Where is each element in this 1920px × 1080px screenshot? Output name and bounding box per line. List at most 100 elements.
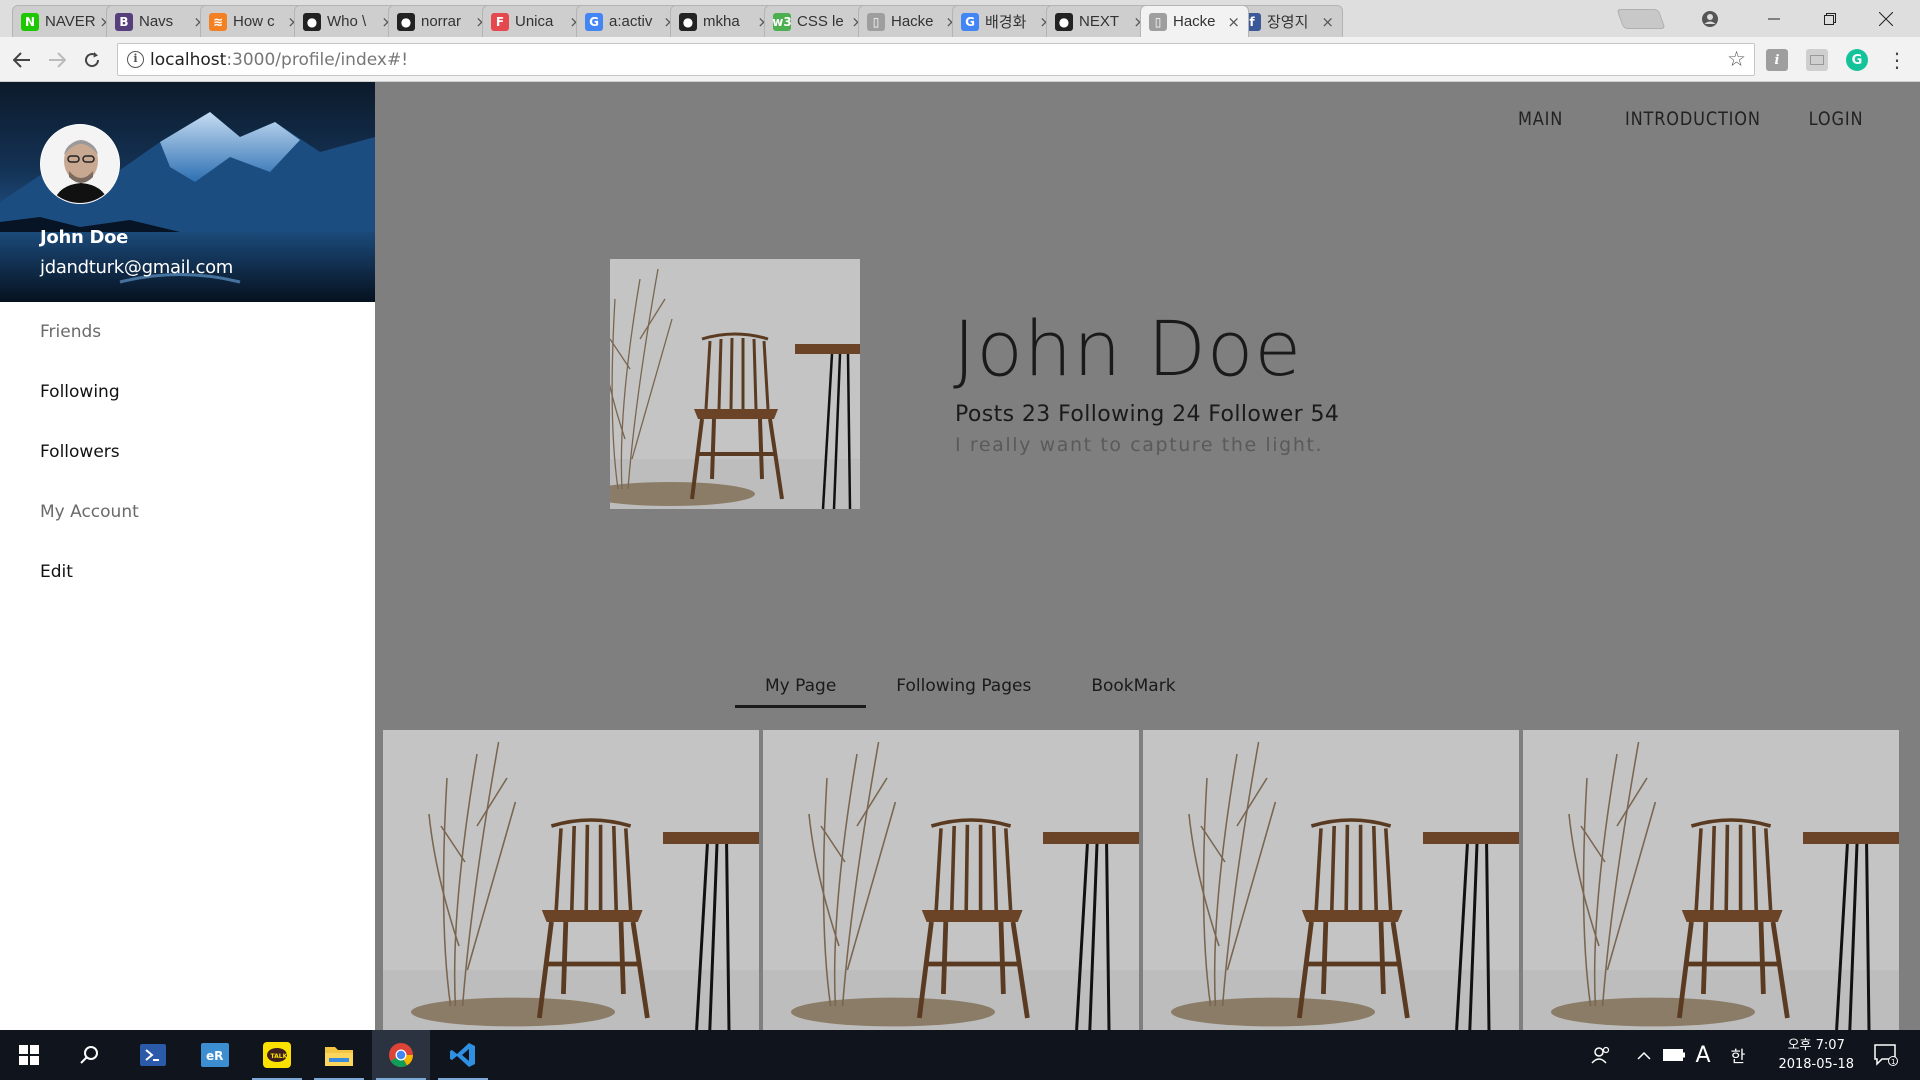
- tab-my-page[interactable]: My Page: [735, 672, 867, 714]
- chrome-icon[interactable]: [372, 1030, 430, 1080]
- tab-favicon-icon: ●: [1055, 12, 1073, 31]
- browser-tab[interactable]: ●NEXT×: [1046, 5, 1155, 37]
- sidebar-item-friends[interactable]: Friends: [0, 302, 375, 362]
- tab-favicon-icon: ▯: [867, 12, 885, 31]
- tab-favicon-icon: w3: [772, 12, 792, 31]
- kakaotalk-icon[interactable]: TALK: [248, 1030, 306, 1080]
- tab-bookmark[interactable]: BookMark: [1061, 672, 1205, 714]
- browser-tab[interactable]: FUnica×: [482, 5, 591, 37]
- sidebar-item-following[interactable]: Following: [0, 362, 375, 422]
- tab-favicon-icon: N: [21, 12, 39, 31]
- sidebar-item-my-account[interactable]: My Account: [0, 482, 375, 542]
- info-extension-icon[interactable]: i: [1766, 49, 1788, 71]
- action-center-icon[interactable]: 1: [1866, 1030, 1906, 1080]
- post-thumbnail[interactable]: [1523, 730, 1899, 1030]
- restore-icon[interactable]: [1802, 0, 1858, 37]
- ime-mode-icon[interactable]: A: [1690, 1030, 1716, 1080]
- battery-icon[interactable]: [1660, 1030, 1688, 1080]
- tab-title: norrar: [421, 13, 462, 30]
- svg-text:TALK: TALK: [271, 1053, 288, 1060]
- browser-tab[interactable]: ≋How c×: [200, 5, 309, 37]
- profile-tabs: My Page Following Pages BookMark: [735, 672, 1206, 714]
- nav-introduction[interactable]: INTRODUCTION: [1625, 108, 1761, 130]
- profile-picture[interactable]: [610, 259, 860, 509]
- tab-close-icon[interactable]: ×: [1227, 13, 1240, 31]
- post-grid: [375, 730, 1920, 1030]
- url-text[interactable]: localhost:3000/profile/index#!: [150, 50, 408, 70]
- tab-favicon-icon: ●: [679, 12, 697, 31]
- browser-tab-strip: NNAVER×BNavs×≋How c×●Who \×●norrar×FUnic…: [0, 0, 1920, 37]
- notification-count: 1: [1891, 1058, 1895, 1066]
- tab-title: NEXT: [1079, 13, 1120, 30]
- new-tab-button[interactable]: [1616, 9, 1666, 29]
- tab-favicon-icon: G: [961, 12, 979, 31]
- nav-login[interactable]: LOGIN: [1808, 108, 1863, 130]
- browser-tab[interactable]: ●norrar×: [388, 5, 497, 37]
- browser-tab[interactable]: BNavs×: [106, 5, 215, 37]
- people-icon[interactable]: [1584, 1030, 1618, 1080]
- vscode-icon[interactable]: [434, 1030, 492, 1080]
- sidebar-menu: Friends Following Followers My Account E…: [0, 302, 375, 602]
- tab-title: Hacke: [891, 13, 934, 30]
- tab-title: mkha: [703, 13, 740, 30]
- tray-expand-icon[interactable]: [1632, 1030, 1656, 1080]
- tab-title: Hacke: [1173, 13, 1216, 30]
- post-thumbnail[interactable]: [763, 730, 1139, 1030]
- tab-title: How c: [233, 13, 275, 30]
- sidebar-item-followers[interactable]: Followers: [0, 422, 375, 482]
- address-bar[interactable]: i localhost:3000/profile/index#! ☆: [117, 43, 1755, 76]
- browser-tab[interactable]: ●mkha×: [670, 5, 779, 37]
- tab-title: Who \: [327, 13, 367, 30]
- top-navigation: MAIN INTRODUCTION LOGIN: [1510, 108, 1863, 130]
- tab-following-pages[interactable]: Following Pages: [866, 672, 1061, 714]
- site-info-icon[interactable]: i: [127, 51, 144, 68]
- close-window-icon[interactable]: [1858, 0, 1914, 37]
- browser-tab[interactable]: Ga:activ×: [576, 5, 685, 37]
- file-explorer-icon[interactable]: [310, 1030, 368, 1080]
- grammarly-icon[interactable]: G: [1846, 49, 1868, 71]
- profile-bio: I really want to capture the light.: [955, 434, 1324, 456]
- browser-tab[interactable]: f 장영지 ×: [1234, 5, 1343, 37]
- post-thumbnail[interactable]: [1143, 730, 1519, 1030]
- avatar[interactable]: [40, 124, 120, 204]
- windows-start-icon[interactable]: [0, 1030, 58, 1080]
- tab-title: a:activ: [609, 13, 653, 30]
- user-email: jdandturk@gmail.com: [40, 257, 234, 278]
- browser-tab[interactable]: w3CSS le×: [764, 5, 873, 37]
- sidebar: John Doe jdandturk@gmail.com Friends Fol…: [0, 82, 375, 1030]
- ime-language-icon[interactable]: 한: [1724, 1030, 1752, 1080]
- browser-tab[interactable]: NNAVER×: [12, 5, 121, 37]
- tab-favicon-icon: ●: [303, 12, 321, 31]
- reload-icon[interactable]: [79, 47, 105, 73]
- bookmark-star-icon[interactable]: ☆: [1727, 47, 1746, 71]
- sidebar-item-edit[interactable]: Edit: [0, 542, 375, 602]
- tab-title: 장영지: [1267, 14, 1309, 31]
- search-icon[interactable]: [60, 1030, 118, 1080]
- browser-tab[interactable]: ▯Hacke×: [858, 5, 967, 37]
- forward-icon[interactable]: [44, 47, 70, 73]
- browser-tab[interactable]: ●Who \×: [294, 5, 403, 37]
- profile-icon[interactable]: [1682, 0, 1738, 37]
- tab-title: CSS le: [797, 13, 844, 30]
- back-icon[interactable]: [9, 47, 35, 73]
- tab-favicon-icon: B: [115, 12, 133, 31]
- tab-title: NAVER: [45, 13, 96, 30]
- tab-close-icon[interactable]: ×: [1321, 13, 1334, 31]
- nav-main[interactable]: MAIN: [1518, 108, 1563, 130]
- svg-text:eR: eR: [206, 1049, 223, 1063]
- minimize-icon[interactable]: [1746, 0, 1802, 37]
- post-thumbnail[interactable]: [383, 730, 759, 1030]
- remote-desktop-icon[interactable]: eR: [186, 1030, 244, 1080]
- url-host: localhost: [150, 50, 227, 70]
- cast-extension-icon[interactable]: [1806, 49, 1828, 71]
- powershell-icon[interactable]: [124, 1030, 182, 1080]
- tab-title: Navs: [139, 13, 174, 30]
- chrome-menu-icon[interactable]: ⋮: [1884, 47, 1910, 73]
- sidebar-header: John Doe jdandturk@gmail.com: [0, 82, 375, 302]
- profile-stats: Posts 23 Following 24 Follower 54: [955, 402, 1340, 427]
- browser-tab[interactable]: ▯Hacke×: [1140, 5, 1249, 37]
- profile-name: John Doe: [953, 304, 1303, 393]
- system-clock[interactable]: 오후 7:07 2018-05-18: [1778, 1036, 1854, 1074]
- tab-title: Unica: [515, 13, 554, 30]
- browser-tab[interactable]: G배경화×: [952, 5, 1061, 37]
